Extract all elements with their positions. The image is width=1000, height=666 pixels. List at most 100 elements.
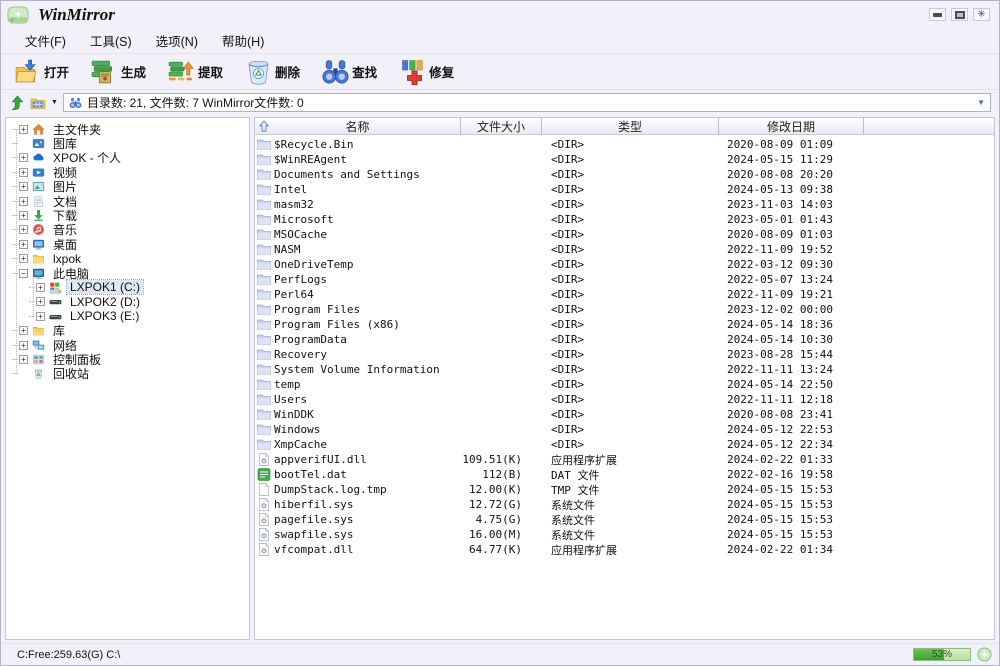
tree-item[interactable]: 图库 <box>6 136 249 150</box>
maximize-button[interactable] <box>951 8 968 21</box>
repair-button[interactable]: 修复 <box>394 57 459 87</box>
tree-item[interactable]: +控制面板 <box>6 352 249 366</box>
menu-tools[interactable]: 工具(S) <box>78 28 144 53</box>
tree-item[interactable]: +主文件夹 <box>6 122 249 136</box>
file-date: 2023-11-03 14:03 <box>719 198 994 211</box>
tree-item[interactable]: +桌面 <box>6 237 249 251</box>
file-row[interactable]: PerfLogs<DIR>2022-05-07 13:24 <box>255 272 994 287</box>
file-date: 2024-02-22 01:33 <box>719 453 994 466</box>
list-folder-icon <box>257 333 271 346</box>
file-row[interactable]: Documents and Settings<DIR>2020-08-08 20… <box>255 167 994 182</box>
file-row[interactable]: Program Files (x86)<DIR>2024-05-14 18:36 <box>255 317 994 332</box>
file-row[interactable]: Users<DIR>2022-11-11 12:18 <box>255 392 994 407</box>
folder-picker-button[interactable] <box>30 95 46 111</box>
file-row[interactable]: System Volume Information<DIR>2022-11-11… <box>255 362 994 377</box>
tree-item[interactable]: + LXPOK1 (C:) <box>6 280 249 294</box>
close-button[interactable]: ✳ <box>973 8 990 21</box>
expand-box-icon[interactable]: + <box>19 153 28 162</box>
expand-box-icon[interactable]: + <box>36 312 45 321</box>
menu-options[interactable]: 选项(N) <box>144 28 210 53</box>
find-button[interactable]: 查找 <box>317 57 382 87</box>
file-date: 2024-05-12 22:34 <box>719 438 994 451</box>
go-up-icon[interactable] <box>258 120 270 132</box>
tree-item[interactable]: +库 <box>6 323 249 337</box>
file-row[interactable]: Recovery<DIR>2023-08-28 15:44 <box>255 347 994 362</box>
file-row[interactable]: NASM<DIR>2022-11-09 19:52 <box>255 242 994 257</box>
column-header-name[interactable]: 名称 <box>255 118 461 134</box>
expand-box-icon[interactable]: + <box>19 182 28 191</box>
expand-box-icon[interactable]: + <box>19 254 28 263</box>
collapse-box-icon[interactable]: − <box>19 269 28 278</box>
file-row[interactable]: Perl64<DIR>2022-11-09 19:21 <box>255 287 994 302</box>
tree-item[interactable]: +音乐 <box>6 223 249 237</box>
file-row[interactable]: hiberfil.sys12.72(G)系统文件2024-05-15 15:53 <box>255 497 994 512</box>
tree-item[interactable]: +LXPOK3 (E:) <box>6 309 249 323</box>
expand-box-icon[interactable]: + <box>19 211 28 220</box>
expand-box-icon[interactable]: + <box>19 168 28 177</box>
minimize-button[interactable] <box>929 8 946 21</box>
open-button[interactable]: 打开 <box>9 57 74 87</box>
file-row[interactable]: ProgramData<DIR>2024-05-14 10:30 <box>255 332 994 347</box>
file-type: <DIR> <box>542 273 719 286</box>
file-row[interactable]: $Recycle.Bin<DIR>2020-08-09 01:09 <box>255 137 994 152</box>
file-row[interactable]: Windows<DIR>2024-05-12 22:53 <box>255 422 994 437</box>
file-row[interactable]: XmpCache<DIR>2024-05-12 22:34 <box>255 437 994 452</box>
file-row[interactable]: swapfile.sys16.00(M)系统文件2024-05-15 15:53 <box>255 527 994 542</box>
folder-dropdown-caret[interactable]: ▼ <box>51 99 58 106</box>
file-type: <DIR> <box>542 138 719 151</box>
file-name: Program Files (x86) <box>274 318 400 331</box>
delete-button[interactable]: 删除 <box>240 57 305 87</box>
column-header-date[interactable]: 修改日期 <box>719 118 864 134</box>
file-row[interactable]: temp<DIR>2024-05-14 22:50 <box>255 377 994 392</box>
file-size: 109.51(K) <box>461 453 542 466</box>
app-icon <box>7 4 31 26</box>
file-row[interactable]: OneDriveTemp<DIR>2022-03-12 09:30 <box>255 257 994 272</box>
tree-item[interactable]: +文档 <box>6 194 249 208</box>
file-row[interactable]: Microsoft<DIR>2023-05-01 01:43 <box>255 212 994 227</box>
home-icon <box>31 123 47 136</box>
file-row[interactable]: MSOCache<DIR>2020-08-09 01:03 <box>255 227 994 242</box>
file-row[interactable]: WinDDK<DIR>2020-08-08 23:41 <box>255 407 994 422</box>
address-dropdown-caret[interactable]: ▼ <box>977 98 985 107</box>
tree-item[interactable]: +视频 <box>6 165 249 179</box>
pictures-icon <box>31 180 47 193</box>
tree-item[interactable]: +图片 <box>6 180 249 194</box>
file-row[interactable]: Intel<DIR>2024-05-13 09:38 <box>255 182 994 197</box>
expand-box-icon[interactable]: + <box>19 326 28 335</box>
menu-help[interactable]: 帮助(H) <box>210 28 276 53</box>
file-row[interactable]: $WinREAgent<DIR>2024-05-15 11:29 <box>255 152 994 167</box>
file-row[interactable]: bootTel.dat112(B)DAT 文件2022-02-16 19:58 <box>255 467 994 482</box>
tree-item[interactable]: +网络 <box>6 338 249 352</box>
file-row[interactable]: appverifUI.dll109.51(K)应用程序扩展2024-02-22 … <box>255 452 994 467</box>
tree-item[interactable]: +XPOK - 个人 <box>6 151 249 165</box>
file-row[interactable]: vfcompat.dll64.77(K)应用程序扩展2024-02-22 01:… <box>255 542 994 557</box>
address-summary-text: 目录数: 21, 文件数: 7 WinMirror文件数: 0 <box>87 94 304 111</box>
expand-box-icon[interactable]: + <box>19 225 28 234</box>
tree-item[interactable]: −此电脑 <box>6 266 249 280</box>
menu-file[interactable]: 文件(F) <box>13 28 78 53</box>
tree-item[interactable]: +下载 <box>6 208 249 222</box>
up-directory-button[interactable] <box>9 95 25 111</box>
tree-item[interactable]: +lxpok <box>6 252 249 266</box>
tree-item-label: LXPOK1 (C:) <box>67 280 143 294</box>
file-row[interactable]: Program Files<DIR>2023-12-02 00:00 <box>255 302 994 317</box>
column-header-type[interactable]: 类型 <box>542 118 719 134</box>
extract-button[interactable]: 提取 <box>163 57 228 87</box>
address-field[interactable]: 目录数: 21, 文件数: 7 WinMirror文件数: 0 ▼ <box>63 93 991 112</box>
tree-item[interactable]: 回收站 <box>6 367 249 381</box>
tree-item[interactable]: +LXPOK2 (D:) <box>6 295 249 309</box>
file-row[interactable]: masm32<DIR>2023-11-03 14:03 <box>255 197 994 212</box>
expand-box-icon[interactable]: + <box>19 240 28 249</box>
expand-box-icon[interactable]: + <box>19 341 28 350</box>
file-row[interactable]: DumpStack.log.tmp12.00(K)TMP 文件2024-05-1… <box>255 482 994 497</box>
expand-box-icon[interactable]: + <box>19 197 28 206</box>
generate-button[interactable]: 生成 <box>86 57 151 87</box>
expand-box-icon[interactable]: + <box>36 283 45 292</box>
expand-box-icon[interactable]: + <box>36 297 45 306</box>
file-name: PerfLogs <box>274 273 327 286</box>
file-row[interactable]: pagefile.sys4.75(G)系统文件2024-05-15 15:53 <box>255 512 994 527</box>
list-folder-icon <box>257 438 271 451</box>
column-header-size[interactable]: 文件大小 <box>461 118 542 134</box>
expand-box-icon[interactable]: + <box>19 355 28 364</box>
expand-box-icon[interactable]: + <box>19 125 28 134</box>
